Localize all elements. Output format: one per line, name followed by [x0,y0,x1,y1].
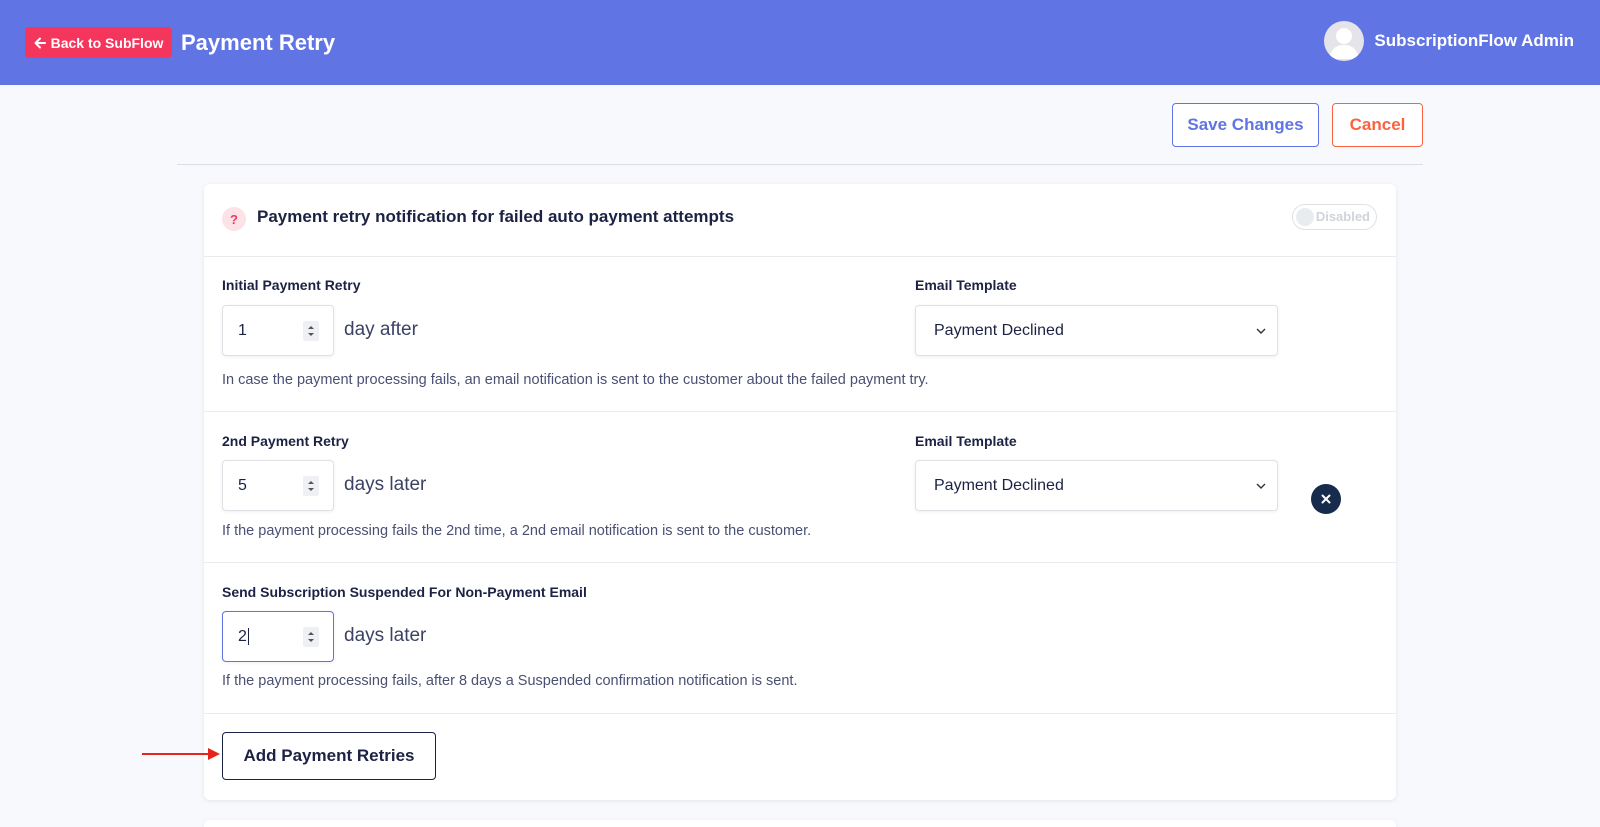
add-payment-retries-button[interactable]: Add Payment Retries [222,732,436,780]
initial-retry-label: Initial Payment Retry [222,277,361,293]
toggle-label: Disabled [1315,209,1370,224]
user-name: SubscriptionFlow Admin [1374,31,1574,50]
payment-retry-card: ? Payment retry notification for failed … [204,184,1396,800]
email-template-label: Email Template [915,433,1017,449]
email-template-label: Email Template [915,277,1017,293]
user-avatar-icon [1324,21,1365,61]
divider [177,164,1423,165]
top-navbar: Back to SubFlow Payment Retry Subscripti… [0,0,1600,85]
cancel-button[interactable]: Cancel [1332,103,1423,147]
card-header: ? Payment retry notification for failed … [204,184,1396,257]
enable-toggle[interactable]: Disabled [1292,204,1377,230]
back-button-label: Back to SubFlow [50,34,164,51]
spinner-arrows-icon[interactable] [303,321,319,341]
second-retry-label: 2nd Payment Retry [222,433,349,449]
second-retry-days-value: 5 [238,477,247,494]
initial-retry-days-input[interactable]: 1 [222,305,334,356]
close-icon [1321,494,1331,504]
page-title: Payment Retry [181,30,336,55]
second-retry-help: If the payment processing fails the 2nd … [222,523,812,539]
next-card [204,820,1396,827]
retry-section-initial: Initial Payment Retry Email Template 1 d… [204,257,1396,412]
add-retry-section: Add Payment Retries [204,714,1396,800]
suspended-email-label: Send Subscription Suspended For Non-Paym… [222,584,587,600]
suspended-help: If the payment processing fails, after 8… [222,673,798,689]
user-menu[interactable]: SubscriptionFlow Admin [1324,21,1574,61]
select-value: Payment Declined [934,477,1064,494]
save-changes-button[interactable]: Save Changes [1172,103,1319,147]
second-retry-days-input[interactable]: 5 [222,460,334,511]
spinner-arrows-icon[interactable] [303,476,319,496]
toggle-knob [1296,208,1314,226]
select-value: Payment Declined [934,322,1064,339]
spinner-arrows-icon[interactable] [303,627,319,647]
second-retry-unit: days later [344,474,427,495]
chevron-down-icon [1256,328,1266,334]
card-title: Payment retry notification for failed au… [257,207,735,226]
suspended-days-input[interactable]: 2 [222,611,334,662]
initial-retry-days-value: 1 [238,322,247,339]
annotation-arrow-icon [142,748,220,760]
suspended-section: Send Subscription Suspended For Non-Paym… [204,563,1396,714]
remove-retry-button[interactable] [1311,484,1341,514]
question-icon[interactable]: ? [222,207,246,231]
initial-retry-email-template-select[interactable]: Payment Declined [915,305,1278,356]
suspended-unit: days later [344,625,427,646]
initial-retry-help: In case the payment processing fails, an… [222,372,929,388]
chevron-down-icon [1256,483,1266,489]
back-to-subflow-button[interactable]: Back to SubFlow [25,27,172,58]
arrow-left-icon [34,37,46,48]
retry-section-second: 2nd Payment Retry Email Template 5 days … [204,412,1396,563]
second-retry-email-template-select[interactable]: Payment Declined [915,460,1278,511]
suspended-days-value: 2 [238,628,249,646]
initial-retry-unit: day after [344,319,418,340]
